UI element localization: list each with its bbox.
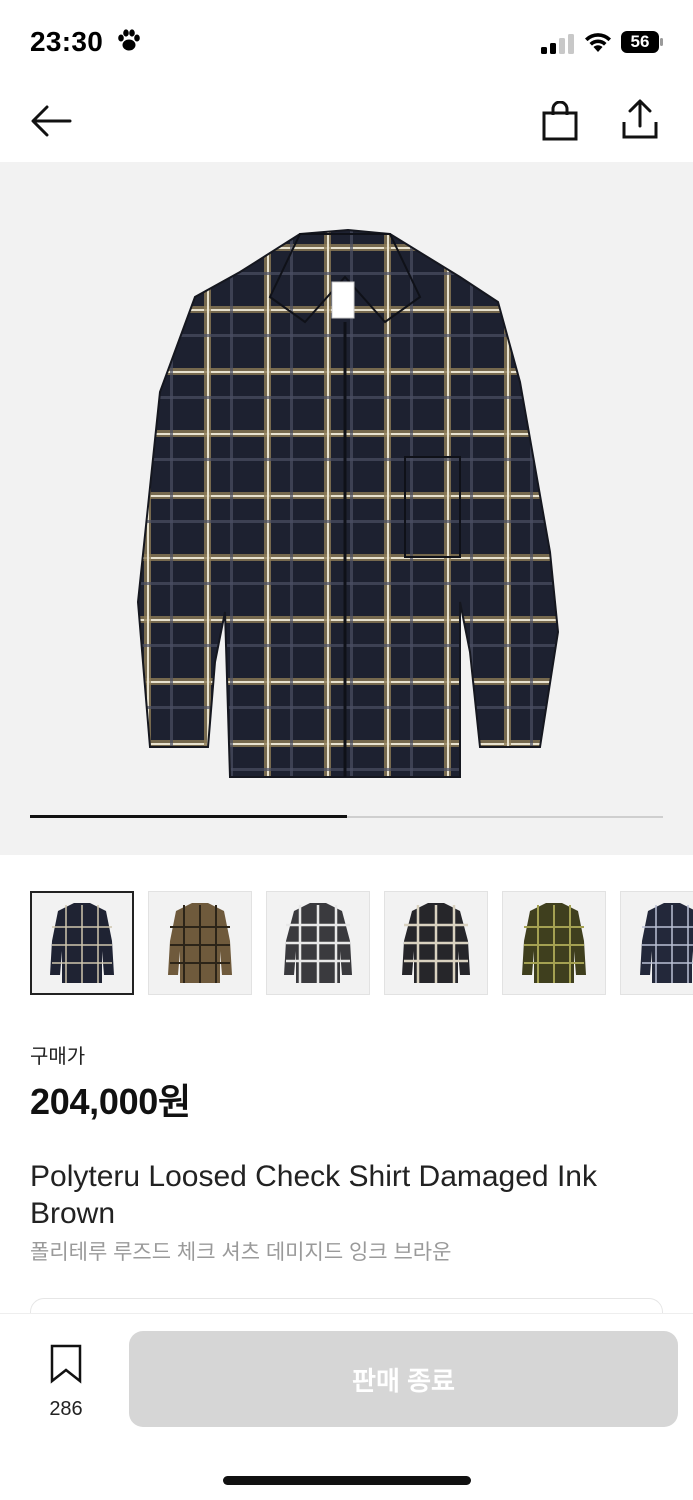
thumbnail-3[interactable] xyxy=(266,891,370,995)
thumbnail-2[interactable] xyxy=(148,891,252,995)
thumbnail-image xyxy=(168,903,232,983)
shopping-bag-button[interactable] xyxy=(535,96,585,146)
thumbnail-6[interactable] xyxy=(620,891,693,995)
price-label: 구매가 xyxy=(30,1046,86,1068)
thumbnail-image xyxy=(284,903,352,983)
battery-level: 56 xyxy=(630,32,650,51)
back-arrow-icon xyxy=(31,105,72,137)
nav-bar xyxy=(0,80,693,162)
product-image xyxy=(136,228,560,778)
thumbnail-image xyxy=(402,903,470,983)
product-image-carousel[interactable] xyxy=(0,162,693,855)
thumbnail-1[interactable] xyxy=(30,891,134,995)
bookmark-icon xyxy=(50,1344,82,1384)
bottom-action-bar: 286 판매 종료 xyxy=(0,1313,693,1500)
sold-out-button[interactable]: 판매 종료 xyxy=(129,1331,678,1427)
home-indicator xyxy=(223,1476,471,1485)
bookmark-count: 286 xyxy=(49,1398,83,1420)
wifi-icon xyxy=(585,33,611,52)
thumbnail-4[interactable] xyxy=(384,891,488,995)
carousel-progress xyxy=(30,815,663,818)
thumbnail-strip xyxy=(0,891,693,997)
bookmark-button[interactable]: 286 xyxy=(36,1340,96,1420)
status-time: 23:30 xyxy=(30,26,104,57)
product-title-en: Polyteru Loosed Check Shirt Damaged Ink … xyxy=(30,1160,597,1230)
cellular-signal-icon xyxy=(541,34,574,54)
shopping-bag-icon xyxy=(542,101,578,141)
paw-icon xyxy=(118,29,140,51)
share-button[interactable] xyxy=(615,94,665,144)
battery-icon: 56 xyxy=(621,31,663,53)
thumbnail-image xyxy=(640,903,693,983)
status-bar: 23:30 56 xyxy=(0,0,693,80)
product-title-ko: 폴리테루 루즈드 체크 셔츠 데미지드 잉크 브라운 xyxy=(30,1241,452,1264)
price-value: 204,000원 xyxy=(30,1081,191,1122)
share-icon xyxy=(622,99,658,139)
back-button[interactable] xyxy=(26,96,76,146)
thumbnail-image xyxy=(50,903,114,983)
carousel-progress-fill xyxy=(30,815,347,818)
thumbnail-5[interactable] xyxy=(502,891,606,995)
thumbnail-image xyxy=(522,903,586,983)
